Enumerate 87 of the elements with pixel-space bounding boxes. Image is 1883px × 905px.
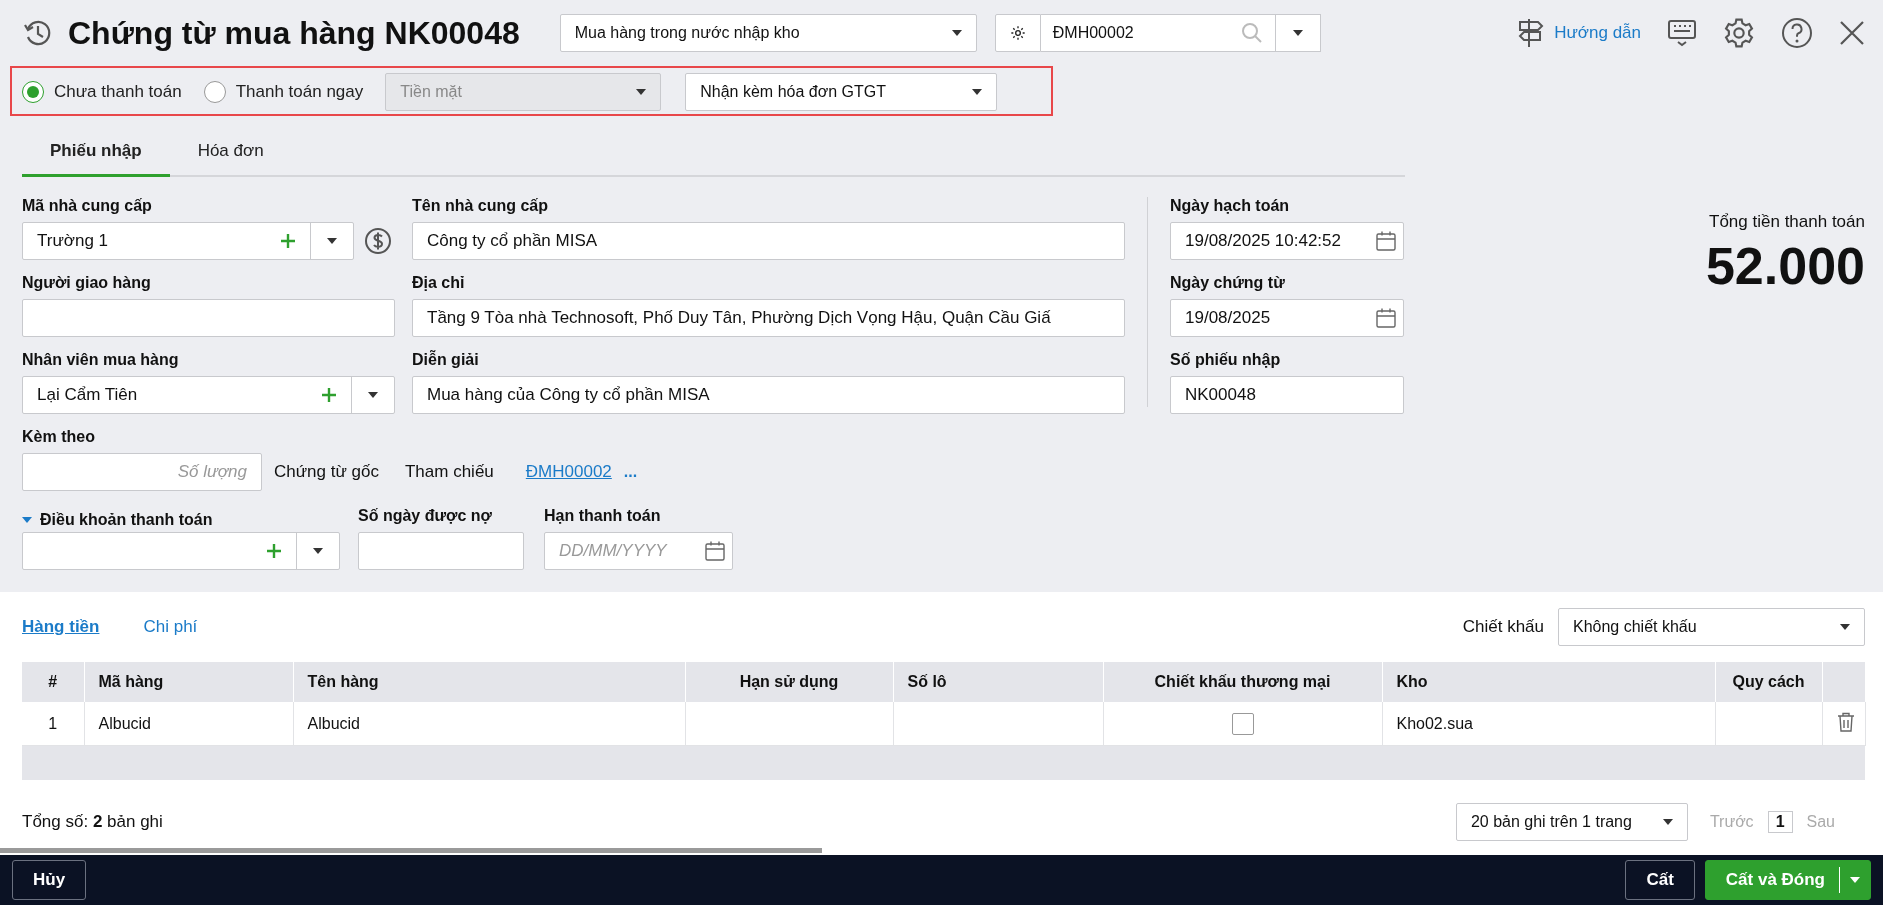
plus-icon[interactable]	[321, 387, 337, 403]
scroll-bar[interactable]	[0, 848, 822, 853]
table-cell: 1	[48, 714, 58, 732]
column-header: Mã hàng	[98, 673, 164, 690]
field-label: Địa chỉ	[412, 274, 466, 293]
trash-icon[interactable]	[1836, 711, 1855, 732]
total-records-text: Tổng số: 2 bản ghi	[22, 812, 163, 832]
field-label: Hạn thanh toán	[544, 507, 662, 526]
address-field[interactable]: Tầng 9 Tòa nhà Technosoft, Phố Duy Tân, Phường Dịch Vọng Hậu, Quận Cầu Giấ	[412, 299, 1125, 337]
column-header: #	[48, 673, 58, 690]
page-number[interactable]: 1	[1767, 811, 1793, 833]
field-label: Tên nhà cung cấp	[412, 197, 549, 216]
discount-dropdown[interactable]: Không chiết khấu	[1558, 608, 1865, 646]
keyboard-icon[interactable]	[1667, 18, 1697, 48]
caret-icon	[327, 238, 337, 244]
tab[interactable]: Phiếu nhập	[22, 128, 170, 177]
calendar-icon[interactable]	[1375, 230, 1397, 252]
plus-icon[interactable]	[266, 543, 282, 559]
field-label: Điều khoản thanh toán	[40, 510, 213, 529]
gear-icon	[1009, 25, 1026, 41]
receipt-number-field[interactable]: NK00048	[1170, 376, 1404, 414]
column-header: Kho	[1396, 673, 1428, 690]
tab[interactable]: Hàng tiền	[22, 617, 100, 637]
column-header: Quy cách	[1732, 673, 1805, 690]
tab[interactable]: Chi phí	[143, 617, 198, 637]
supplier-name-field[interactable]: Công ty cổ phần MISA	[412, 222, 1125, 260]
more-link[interactable]: ...	[623, 463, 638, 481]
caret-icon	[313, 548, 323, 554]
field-label: Kèm theo	[22, 428, 96, 447]
page-size-dropdown[interactable]: 20 bản ghi trên 1 trang	[1455, 803, 1688, 841]
voucher-type-dropdown[interactable]: Mua hàng trong nước nhập kho	[559, 14, 977, 52]
column-header: Tên hàng	[307, 673, 379, 690]
caret-icon	[1840, 624, 1850, 630]
invoice-option-dropdown[interactable]: Nhận kèm hóa đơn GTGT	[685, 73, 998, 111]
column-header: Số lô	[907, 673, 947, 690]
close-icon[interactable]	[1839, 20, 1865, 46]
cancel-button[interactable]: Hủy	[12, 860, 87, 900]
payment-option-radio[interactable]: Thanh toán ngay	[203, 81, 364, 103]
total-label: Tổng tiền thanh toán	[1709, 212, 1865, 232]
field-label: Mã nhà cung cấp	[22, 197, 153, 216]
calendar-icon[interactable]	[1375, 307, 1397, 329]
purchaser-combo[interactable]: Lại Cẩm Tiên	[22, 376, 395, 414]
field-label: Số phiếu nhập	[1170, 351, 1282, 370]
calendar-icon[interactable]	[704, 540, 726, 562]
discount-label: Chiết khấu	[1462, 617, 1544, 637]
caret-icon	[1850, 877, 1860, 883]
help-link[interactable]: Hướng dẫn	[1554, 23, 1641, 43]
window-title: Chứng từ mua hàng NK00048	[68, 14, 520, 52]
table-cell: Albucid	[307, 714, 360, 732]
reference-link[interactable]: ĐMH00002	[525, 462, 612, 482]
caret-icon	[368, 392, 378, 398]
caret-icon[interactable]	[22, 516, 32, 523]
attachment-unit-text: Chứng từ gốc	[274, 462, 379, 482]
plus-icon[interactable]	[280, 233, 296, 249]
caret-icon	[1662, 819, 1673, 825]
table-cell: Kho02.sua	[1396, 714, 1473, 732]
help-icon[interactable]	[1781, 17, 1813, 49]
field-label: Nhân viên mua hàng	[22, 351, 180, 370]
total-amount: 52.000	[1705, 236, 1865, 296]
caret-icon	[951, 30, 962, 36]
posting-date-field[interactable]: 19/08/2025 10:42:52	[1170, 222, 1404, 260]
description-field[interactable]: Mua hàng của Công ty cổ phần MISA	[412, 376, 1125, 414]
table-cell: Albucid	[98, 714, 151, 732]
column-header: Hạn sử dụng	[739, 673, 839, 690]
caret-icon	[972, 89, 983, 95]
voucher-date-field[interactable]: 19/08/2025	[1170, 299, 1404, 337]
caret-icon	[1292, 30, 1303, 36]
supplier-code-combo[interactable]: Trường 1	[22, 222, 354, 260]
save-button[interactable]: Cất	[1625, 860, 1695, 900]
field-label: Ngày chứng từ	[1170, 274, 1286, 293]
field-label: Ngày hạch toán	[1170, 197, 1291, 216]
field-label: Số ngày được nợ	[358, 507, 493, 526]
settings-button[interactable]	[994, 14, 1041, 52]
reference-label: Tham chiếu	[405, 462, 494, 482]
reference-search-field[interactable]: ĐMH00002	[1040, 14, 1276, 52]
checkbox[interactable]	[1231, 712, 1254, 735]
deliverer-field[interactable]	[22, 299, 395, 337]
search-icon	[1240, 22, 1263, 44]
column-header: Chiết khấu thương mại	[1154, 673, 1331, 690]
field-label: Diễn giải	[412, 351, 480, 370]
payment-option-radio[interactable]: Chưa thanh toán	[22, 81, 182, 103]
dollar-icon[interactable]	[364, 227, 392, 255]
field-label: Người giao hàng	[22, 274, 152, 293]
tab[interactable]: Hóa đơn	[169, 128, 292, 177]
credit-days-field[interactable]	[358, 532, 524, 570]
caret-icon	[636, 89, 647, 95]
settings-icon[interactable]	[1723, 17, 1755, 49]
